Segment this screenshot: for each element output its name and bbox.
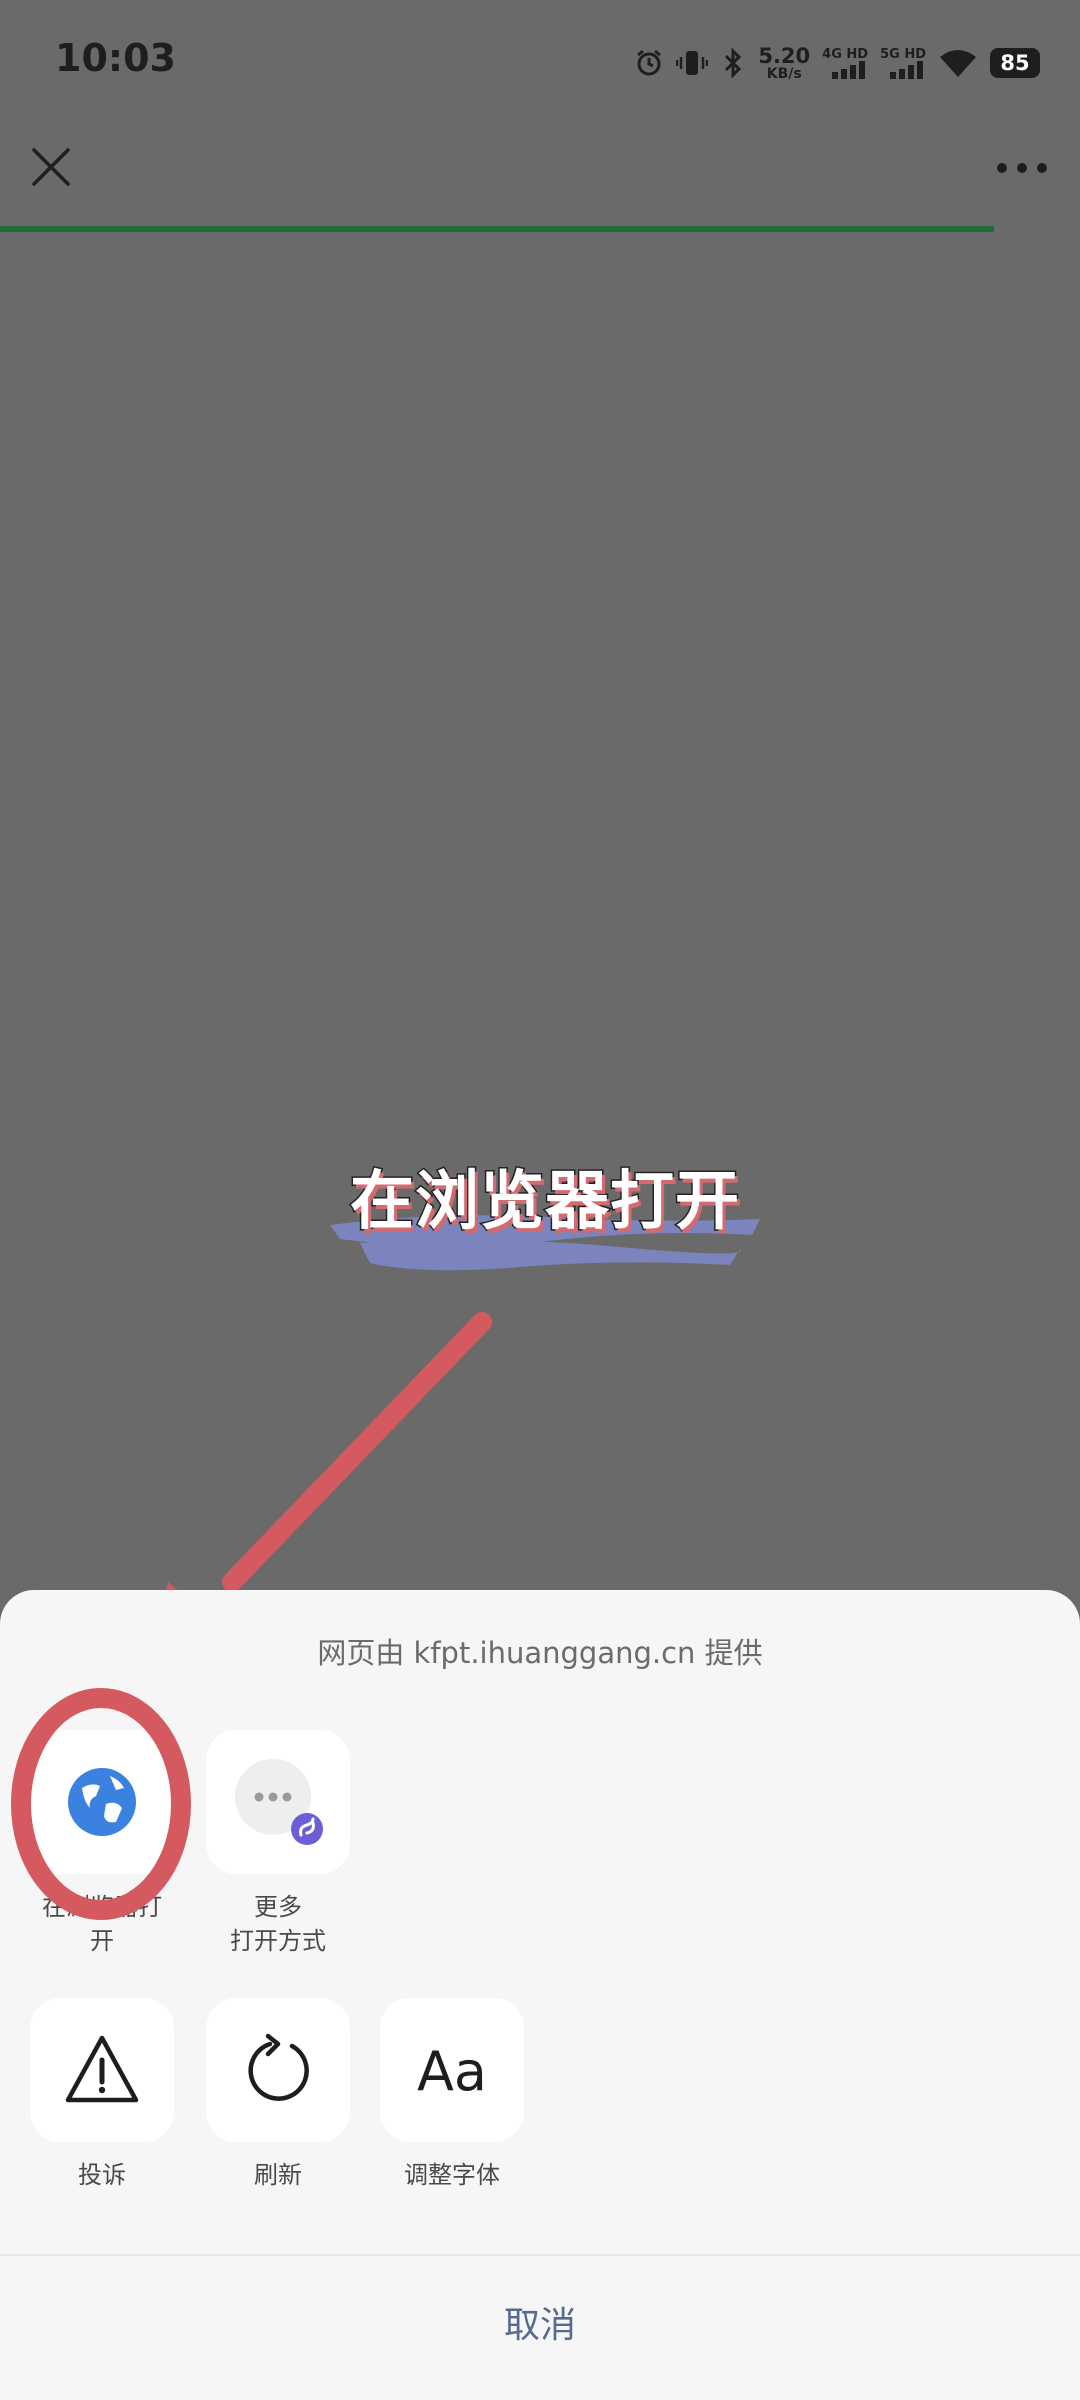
provider-text: 网页由 kfpt.ihuanggang.cn 提供: [317, 1636, 763, 1670]
warning-icon: [65, 2035, 139, 2103]
signal-bars-icon: [832, 60, 866, 79]
screen: 10:03 5.20 KB/s 4G HD 5G HD 85 在浏览器打开 网页…: [0, 0, 1080, 2400]
tutorial-caption: 在浏览器打开: [320, 1150, 770, 1271]
refresh-icon: [248, 2033, 309, 2101]
close-icon[interactable]: [26, 142, 76, 192]
open-in-browser-label-line2: 开: [90, 1927, 114, 1955]
wifi-icon: [940, 50, 976, 77]
sim1-signal: 4G HD: [822, 48, 868, 79]
page-load-progress: [0, 226, 1080, 232]
open-in-browser-label: 在浏览器打 开: [2, 1890, 202, 1958]
refresh-button[interactable]: [206, 1998, 350, 2142]
status-time: 10:03: [55, 36, 176, 80]
more-open-methods-label-line1: 更多: [254, 1893, 302, 1921]
more-open-methods-button[interactable]: [206, 1730, 350, 1874]
status-bar: 10:03 5.20 KB/s 4G HD 5G HD 85: [0, 0, 1080, 120]
webview-nav-bar: [0, 120, 1080, 226]
more-open-methods-label-line2: 打开方式: [230, 1927, 326, 1955]
sim1-label: 4G HD: [822, 46, 869, 62]
page-load-progress-fill: [0, 226, 994, 232]
report-label: 投诉: [78, 2161, 126, 2189]
signal-bars-icon: [890, 60, 923, 79]
more-options-icon[interactable]: [994, 146, 1050, 190]
cancel-button[interactable]: 取消: [0, 2256, 1080, 2400]
battery-level: 85: [990, 48, 1040, 78]
font-icon: Aa: [416, 2040, 488, 2103]
adjust-font-button[interactable]: Aa: [380, 1998, 524, 2142]
report-button[interactable]: [30, 1998, 174, 2142]
action-sheet: 网页由 kfpt.ihuanggang.cn 提供 在浏览器打 开 更多 打开方…: [0, 1590, 1080, 2400]
refresh-label: 刷新: [254, 2161, 302, 2189]
caption-text: 在浏览器打开: [349, 1164, 741, 1241]
vibrate-icon: [676, 51, 709, 75]
more-dots-icon: [235, 1759, 323, 1845]
sim2-signal: 5G HD: [880, 48, 926, 79]
more-open-methods-label: 更多 打开方式: [178, 1890, 378, 1958]
adjust-font-label: 调整字体: [404, 2161, 500, 2189]
network-speed-value: 5.20: [758, 43, 811, 68]
sim2-label: 5G HD: [880, 46, 926, 62]
open-in-browser-label-line1: 在浏览器打: [42, 1893, 162, 1921]
open-in-browser-button[interactable]: [30, 1730, 174, 1874]
status-icons: 5.20 KB/s 4G HD 5G HD 85: [634, 38, 1040, 88]
network-speed-unit: KB/s: [766, 65, 802, 82]
network-speed: 5.20 KB/s: [758, 43, 811, 82]
alarm-icon: [637, 49, 662, 76]
bluetooth-icon: [725, 47, 742, 79]
globe-icon: [68, 1768, 136, 1836]
